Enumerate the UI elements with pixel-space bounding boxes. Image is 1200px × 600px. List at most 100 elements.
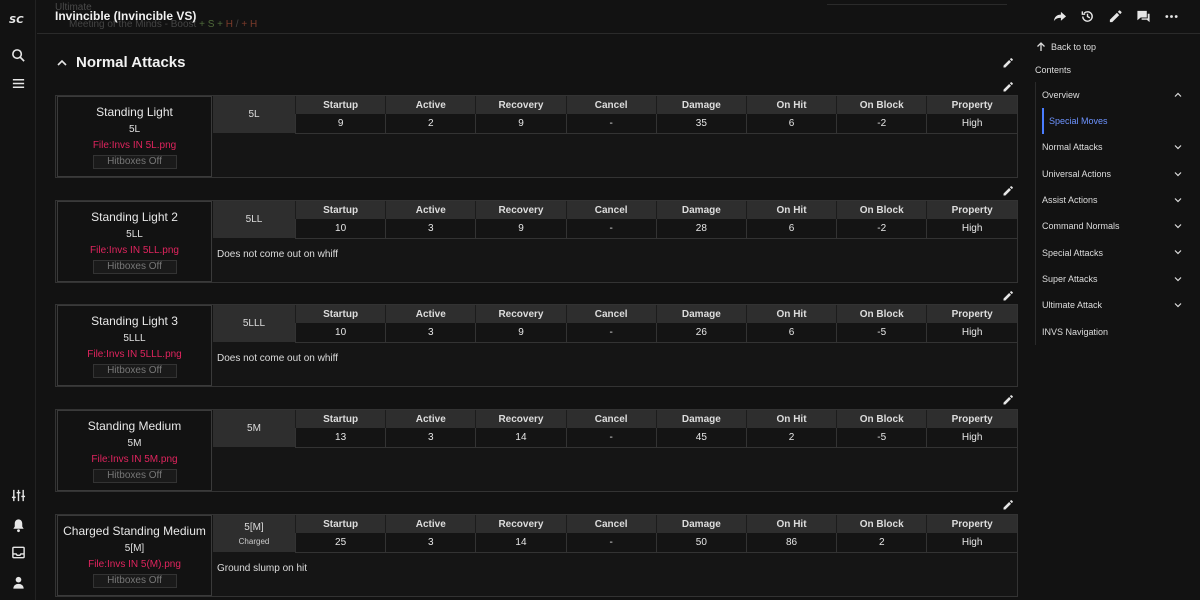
- chevron-down-icon[interactable]: [1174, 170, 1182, 178]
- frame-data-cell: High: [926, 114, 1017, 134]
- share-icon[interactable]: [1051, 8, 1068, 25]
- input-box: 5M: [213, 410, 295, 447]
- discussion-icon[interactable]: [1135, 8, 1152, 25]
- toc-item[interactable]: Assist Actions: [1036, 187, 1182, 213]
- column-header: On Block: [836, 201, 927, 219]
- frame-data-cell: 25: [294, 533, 386, 553]
- column-header: Property: [926, 96, 1017, 114]
- frame-data-cell: 13: [294, 428, 386, 448]
- move-note: Does not come out on whiff: [217, 249, 338, 260]
- toc-item[interactable]: Command Normals: [1036, 213, 1182, 239]
- frame-data-cell: -5: [836, 323, 927, 343]
- input-box: 5LLL: [213, 305, 295, 342]
- column-header: Cancel: [565, 96, 657, 114]
- ghost-h: H: [225, 19, 233, 30]
- edit-icon[interactable]: [1107, 8, 1124, 25]
- frame-data-table: Startup Active Recovery Cancel Damage On Hit O…: [294, 515, 1017, 553]
- section-edit-icon[interactable]: [1001, 56, 1015, 70]
- collapse-chevron-icon[interactable]: [56, 57, 68, 69]
- menu-icon[interactable]: [0, 72, 36, 94]
- column-header: Cancel: [565, 305, 657, 323]
- move-image-link[interactable]: File:Invs IN 5L.png: [58, 140, 211, 151]
- move-image-link[interactable]: File:Invs IN 5LLL.png: [58, 349, 211, 360]
- chevron-down-icon[interactable]: [1174, 301, 1182, 309]
- user-icon[interactable]: [0, 571, 36, 593]
- table-row: 10 3 9-26 6 -5 High: [294, 323, 1017, 343]
- history-icon[interactable]: [1079, 8, 1096, 25]
- toc-item[interactable]: Special Attacks: [1036, 239, 1182, 265]
- chevron-down-icon[interactable]: [1174, 275, 1182, 283]
- chevron-down-icon[interactable]: [1174, 222, 1182, 230]
- frame-data-cell: 3: [385, 219, 476, 239]
- move-edit-icon[interactable]: [1001, 393, 1015, 407]
- move-input: 5M: [127, 438, 142, 449]
- move-image-link[interactable]: File:Invs IN 5LL.png: [58, 245, 211, 256]
- move-input: 5LLL: [123, 333, 146, 344]
- page-header: Ultimate Meeting of the Minds - Boost + …: [37, 0, 1200, 34]
- logo-text: SC: [9, 15, 24, 25]
- frame-data-cell: -5: [836, 428, 927, 448]
- more-icon[interactable]: [1163, 8, 1180, 25]
- header-row: Startup Active Recovery Cancel Damage On Hit O…: [294, 201, 1017, 219]
- back-to-top-link[interactable]: Back to top: [1036, 42, 1096, 52]
- column-header: Active: [385, 515, 476, 533]
- move-note: Ground slump on hit: [217, 563, 308, 574]
- table-row: 9 2 9-35 6 -2 High: [294, 114, 1017, 134]
- move-edit-icon[interactable]: [1001, 80, 1015, 94]
- toc-item[interactable]: INVS Navigation: [1036, 318, 1182, 344]
- header-row: Startup Active Recovery Cancel Damage On Hit O…: [294, 515, 1017, 533]
- column-header: Startup: [294, 410, 386, 428]
- toc-item[interactable]: Super Attacks: [1036, 266, 1182, 292]
- hitboxes-toggle[interactable]: Hitboxes Off: [92, 155, 177, 169]
- frame-data-cell: 6: [745, 323, 837, 343]
- move-card: Standing Medium 5M File:Invs IN 5M.png H…: [55, 409, 1018, 492]
- toc-subitem[interactable]: Special Moves: [1042, 108, 1182, 135]
- frame-data-cell: 2: [745, 428, 837, 448]
- toc-item[interactable]: Universal Actions: [1036, 161, 1182, 187]
- site-logo[interactable]: SC: [0, 8, 36, 30]
- contents-heading: Contents: [1035, 65, 1072, 75]
- frame-data-cell: 3: [385, 323, 476, 343]
- chevron-up-icon[interactable]: [1174, 91, 1182, 99]
- frame-data-cell: -: [565, 219, 657, 239]
- toc-item-label: Special Attacks: [1042, 247, 1104, 258]
- move-edit-icon[interactable]: [1001, 184, 1015, 198]
- table-row: 10 3 9-28 6 -2 High: [294, 219, 1017, 239]
- move-edit-icon[interactable]: [1001, 498, 1015, 512]
- move-name: Charged Standing Medium: [63, 524, 206, 538]
- move-image-link[interactable]: File:Invs IN 5M.png: [58, 454, 211, 465]
- hitboxes-toggle[interactable]: Hitboxes Off: [92, 574, 177, 588]
- sliders-icon[interactable]: [0, 484, 36, 506]
- move-identity: Standing Light 3 5LLL File:Invs IN 5LLL.…: [57, 305, 212, 386]
- column-header: On Hit: [745, 410, 837, 428]
- toc-item[interactable]: Normal Attacks: [1036, 134, 1182, 160]
- move-edit-icon[interactable]: [1001, 289, 1015, 303]
- frame-data-cell: 50: [655, 533, 747, 553]
- chevron-down-icon[interactable]: [1174, 248, 1182, 256]
- toc-item[interactable]: Ultimate Attack: [1036, 292, 1182, 318]
- input-box: 5[M] Charged: [213, 515, 295, 552]
- move-image-link[interactable]: File:Invs IN 5(M).png: [58, 559, 211, 570]
- frame-data-cell: 3: [385, 428, 476, 448]
- back-to-top-label: Back to top: [1051, 42, 1097, 52]
- frame-data-cell: 2: [385, 114, 476, 134]
- hitboxes-toggle[interactable]: Hitboxes Off: [92, 364, 177, 378]
- toc-item-label: Universal Actions: [1042, 168, 1112, 179]
- column-header: Recovery: [475, 410, 567, 428]
- chevron-down-icon[interactable]: [1174, 196, 1182, 204]
- frame-data-cell: 3: [385, 533, 476, 553]
- frame-data-cell: 10: [294, 323, 386, 343]
- input-notation: 5LL: [245, 214, 263, 225]
- search-icon[interactable]: [0, 44, 36, 66]
- hitboxes-toggle[interactable]: Hitboxes Off: [92, 469, 177, 483]
- frame-data-table: Startup Active Recovery Cancel Damage On Hit O…: [294, 410, 1017, 448]
- toc-item[interactable]: Overview: [1036, 82, 1182, 108]
- column-header: On Block: [836, 515, 927, 533]
- inbox-icon[interactable]: [0, 541, 36, 563]
- column-header: Recovery: [475, 515, 567, 533]
- hitboxes-toggle[interactable]: Hitboxes Off: [92, 260, 177, 274]
- section-header-normal-attacks[interactable]: Normal Attacks: [56, 54, 185, 71]
- chevron-down-icon[interactable]: [1174, 143, 1182, 151]
- bell-icon[interactable]: [0, 514, 36, 536]
- column-header: On Hit: [745, 305, 837, 323]
